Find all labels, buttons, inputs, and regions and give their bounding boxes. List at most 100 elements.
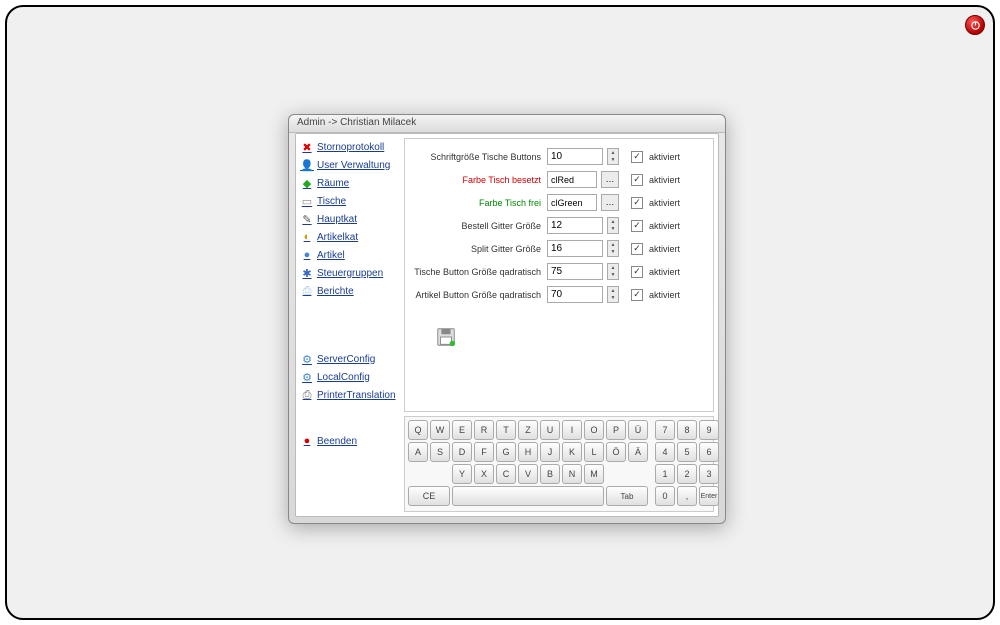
key-g[interactable]: G — [496, 442, 516, 462]
spinner-5[interactable]: ▲▼ — [607, 263, 619, 280]
key-f[interactable]: F — [474, 442, 494, 462]
color-input-1[interactable] — [547, 171, 597, 188]
key-u[interactable]: U — [540, 420, 560, 440]
window-title: Admin -> Christian Milacek — [297, 117, 416, 128]
key-space[interactable] — [452, 486, 604, 506]
num-input-6[interactable] — [547, 286, 603, 303]
nav-berichte[interactable]: ⎙Berichte — [300, 282, 400, 300]
nav-beenden[interactable]: ●Beenden — [300, 432, 400, 450]
spin-down-icon[interactable]: ▼ — [608, 157, 618, 165]
num-input-5[interactable] — [547, 263, 603, 280]
checkbox-label-4: aktiviert — [649, 244, 680, 254]
num-input-4[interactable] — [547, 240, 603, 257]
spin-down-icon[interactable]: ▼ — [608, 226, 618, 234]
key-z[interactable]: Z — [518, 420, 538, 440]
num-input-3[interactable] — [547, 217, 603, 234]
key-s[interactable]: S — [430, 442, 450, 462]
key-r[interactable]: R — [474, 420, 494, 440]
spinner-3[interactable]: ▲▼ — [607, 217, 619, 234]
nav-user-verwaltung-label: User Verwaltung — [317, 160, 390, 171]
key-l[interactable]: L — [584, 442, 604, 462]
key-5[interactable]: 5 — [677, 442, 697, 462]
key-1[interactable]: 1 — [655, 464, 675, 484]
nav-raeume[interactable]: ◆Räume — [300, 174, 400, 192]
nav-serverconfig[interactable]: ⚙ServerConfig — [300, 350, 400, 368]
spinner-0[interactable]: ▲▼ — [607, 148, 619, 165]
spin-up-icon[interactable]: ▲ — [608, 287, 618, 295]
checkbox-2[interactable]: ✓ — [631, 197, 643, 209]
nav-printertranslation[interactable]: ⎙PrinterTranslation — [300, 386, 400, 404]
key-x[interactable]: X — [474, 464, 494, 484]
key-ce[interactable]: CE — [408, 486, 450, 506]
checkbox-0[interactable]: ✓ — [631, 151, 643, 163]
key-e[interactable]: E — [452, 420, 472, 440]
spin-up-icon[interactable]: ▲ — [608, 218, 618, 226]
color-picker-button-1[interactable]: … — [601, 171, 619, 188]
key-h[interactable]: H — [518, 442, 538, 462]
nav-stornoprotokoll-icon: ✖ — [301, 141, 313, 153]
key-o[interactable]: O — [584, 420, 604, 440]
checkbox-1[interactable]: ✓ — [631, 174, 643, 186]
spin-down-icon[interactable]: ▼ — [608, 272, 618, 280]
key-,[interactable]: , — [677, 486, 697, 506]
nav-localconfig-label: LocalConfig — [317, 372, 370, 383]
key-c[interactable]: C — [496, 464, 516, 484]
key-8[interactable]: 8 — [677, 420, 697, 440]
key-ü[interactable]: Ü — [628, 420, 648, 440]
key-7[interactable]: 7 — [655, 420, 675, 440]
nav-artikelkat[interactable]: ◐Artikelkat — [300, 228, 400, 246]
key-ä[interactable]: Ä — [628, 442, 648, 462]
key-tab[interactable]: Tab — [606, 486, 648, 506]
nav-tische[interactable]: ▭Tische — [300, 192, 400, 210]
key-p[interactable]: P — [606, 420, 626, 440]
nav-steuergruppen[interactable]: ✱Steuergruppen — [300, 264, 400, 282]
checkbox-4[interactable]: ✓ — [631, 243, 643, 255]
window-titlebar[interactable]: Admin -> Christian Milacek — [289, 115, 725, 133]
key-2[interactable]: 2 — [677, 464, 697, 484]
nav-serverconfig-icon: ⚙ — [301, 353, 313, 365]
spin-up-icon[interactable]: ▲ — [608, 241, 618, 249]
key-w[interactable]: W — [430, 420, 450, 440]
key-t[interactable]: T — [496, 420, 516, 440]
color-picker-button-2[interactable]: … — [601, 194, 619, 211]
color-input-2[interactable] — [547, 194, 597, 211]
floppy-disk-icon — [435, 326, 457, 348]
key-q[interactable]: Q — [408, 420, 428, 440]
key-m[interactable]: M — [584, 464, 604, 484]
spin-down-icon[interactable]: ▼ — [608, 249, 618, 257]
spinner-4[interactable]: ▲▼ — [607, 240, 619, 257]
spin-up-icon[interactable]: ▲ — [608, 149, 618, 157]
key-b[interactable]: B — [540, 464, 560, 484]
spin-up-icon[interactable]: ▲ — [608, 264, 618, 272]
save-button[interactable] — [435, 326, 457, 348]
key-y[interactable]: Y — [452, 464, 472, 484]
key-i[interactable]: I — [562, 420, 582, 440]
spinner-6[interactable]: ▲▼ — [607, 286, 619, 303]
key-4[interactable]: 4 — [655, 442, 675, 462]
checkbox-3[interactable]: ✓ — [631, 220, 643, 232]
nav-localconfig[interactable]: ⚙LocalConfig — [300, 368, 400, 386]
key-ö[interactable]: Ö — [606, 442, 626, 462]
admin-window: Admin -> Christian Milacek ✖Stornoprotok… — [288, 114, 726, 524]
checkbox-6[interactable]: ✓ — [631, 289, 643, 301]
key-9[interactable]: 9 — [699, 420, 719, 440]
nav-user-verwaltung[interactable]: 👤User Verwaltung — [300, 156, 400, 174]
nav-printertranslation-label: PrinterTranslation — [317, 390, 396, 401]
key-k[interactable]: K — [562, 442, 582, 462]
key-0[interactable]: 0 — [655, 486, 675, 506]
checkbox-5[interactable]: ✓ — [631, 266, 643, 278]
key-n[interactable]: N — [562, 464, 582, 484]
key-enter[interactable]: Enter — [699, 486, 719, 506]
nav-stornoprotokoll[interactable]: ✖Stornoprotokoll — [300, 138, 400, 156]
num-input-0[interactable] — [547, 148, 603, 165]
key-3[interactable]: 3 — [699, 464, 719, 484]
key-d[interactable]: D — [452, 442, 472, 462]
key-v[interactable]: V — [518, 464, 538, 484]
power-button[interactable] — [965, 15, 985, 35]
key-j[interactable]: J — [540, 442, 560, 462]
nav-artikel[interactable]: ●Artikel — [300, 246, 400, 264]
nav-hauptkat[interactable]: ✎Hauptkat — [300, 210, 400, 228]
spin-down-icon[interactable]: ▼ — [608, 295, 618, 303]
key-a[interactable]: A — [408, 442, 428, 462]
key-6[interactable]: 6 — [699, 442, 719, 462]
